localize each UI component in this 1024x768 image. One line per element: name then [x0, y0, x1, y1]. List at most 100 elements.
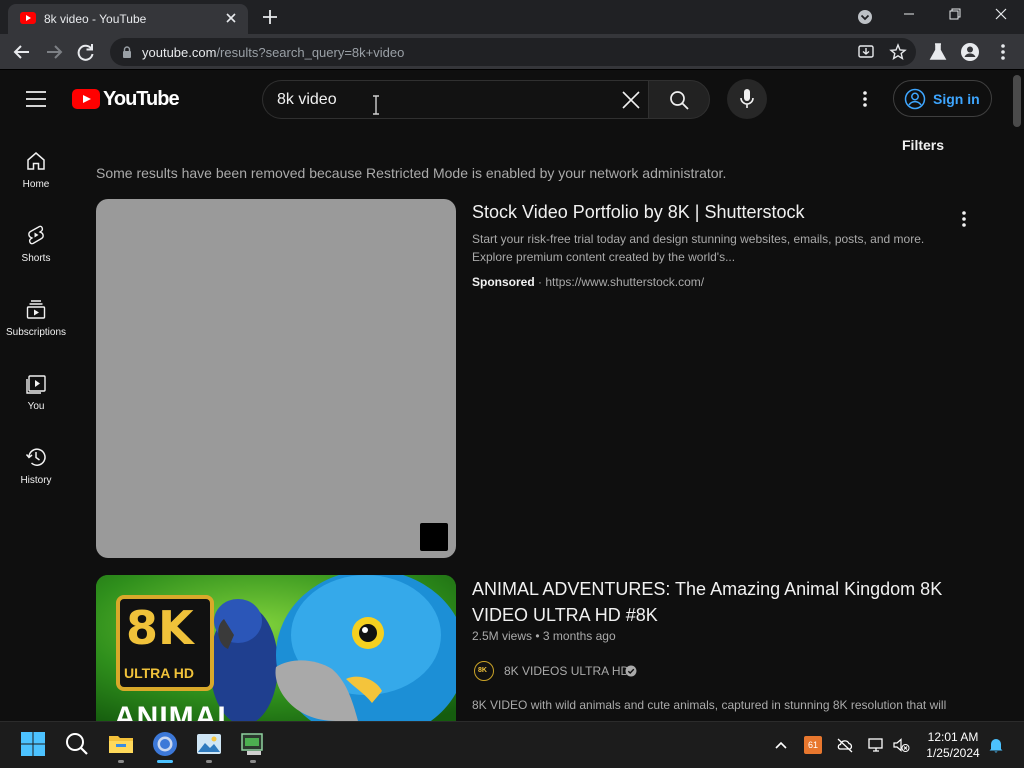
windows-taskbar: 61 12:01 AM 1/25/2024: [0, 721, 1024, 768]
scrollbar-thumb[interactable]: [1013, 75, 1021, 127]
sign-in-label: Sign in: [933, 91, 980, 107]
show-hidden-icons-chevron-icon[interactable]: [772, 736, 790, 754]
thumb-overlay-text: ANIMAL: [114, 701, 237, 721]
sidebar-item-home[interactable]: Home: [0, 142, 72, 204]
restore-window-icon[interactable]: [932, 0, 978, 32]
volume-muted-icon[interactable]: [892, 736, 910, 754]
account-circle-icon: [904, 88, 926, 110]
text-cursor-icon: [373, 95, 379, 115]
new-tab-plus-icon[interactable]: [258, 6, 282, 28]
search-button[interactable]: [648, 80, 710, 119]
tab-search-chevron-icon[interactable]: [854, 7, 876, 27]
clock-date: 1/25/2024: [926, 746, 980, 760]
settings-more-icon[interactable]: [854, 87, 876, 111]
youtube-logo[interactable]: YouTube: [72, 88, 180, 110]
thumb-ultra-hd-text: ULTRA HD: [124, 665, 195, 681]
ad-thumbnail[interactable]: [96, 199, 456, 558]
hamburger-menu-icon[interactable]: [24, 89, 48, 109]
labs-flask-icon[interactable]: [927, 41, 949, 63]
minimize-window-icon[interactable]: [886, 0, 932, 32]
ad-description: Start your risk-free trial today and des…: [472, 232, 925, 264]
close-tab-icon[interactable]: [222, 9, 240, 27]
clear-search-icon[interactable]: [620, 89, 642, 111]
file-explorer-icon[interactable]: [107, 730, 135, 758]
meta-separator: •: [535, 629, 540, 643]
youtube-favicon-icon: [20, 12, 36, 24]
browser-tab-strip: 8k video - YouTube: [0, 0, 1024, 34]
sidebar-item-label: Home: [22, 179, 50, 190]
bookmark-star-icon[interactable]: [889, 43, 907, 61]
sidebar-item-label: Subscriptions: [5, 327, 67, 338]
windows-start-icon[interactable]: [19, 730, 47, 758]
shorts-icon: [28, 225, 44, 245]
home-icon: [27, 152, 45, 170]
photos-app-icon[interactable]: [195, 730, 223, 758]
sidebar-item-shorts[interactable]: Shorts: [0, 216, 72, 278]
video-description: 8K VIDEO with wild animals and cute anim…: [472, 698, 947, 712]
url-text: youtube.com/results?search_query=8k+vide…: [142, 45, 405, 60]
ad-thumbnail-badge: [420, 523, 448, 551]
clock-time: 12:01 AM: [927, 730, 979, 744]
sidebar-item-history[interactable]: History: [0, 438, 72, 500]
video-title[interactable]: ANIMAL ADVENTURES: The Amazing Animal Ki…: [472, 576, 962, 628]
channel-name[interactable]: 8K VIDEOS ULTRA HD: [504, 664, 629, 678]
running-indicator: [118, 760, 124, 763]
running-indicator: [250, 760, 256, 763]
meta-separator: ·: [538, 275, 543, 289]
close-window-icon[interactable]: [978, 0, 1024, 32]
youtube-logo-text: YouTube: [103, 88, 180, 110]
youtube-play-logo-icon: [72, 89, 100, 109]
search-input[interactable]: [277, 89, 607, 111]
microphone-icon: [740, 89, 754, 108]
ad-meta: Sponsored · https://www.shutterstock.com…: [472, 275, 704, 289]
channel-avatar[interactable]: 8K: [474, 661, 494, 681]
forward-arrow-icon[interactable]: [41, 40, 67, 64]
sign-in-button[interactable]: Sign in: [893, 80, 992, 117]
subscriptions-icon: [26, 300, 46, 319]
terminal-app-icon[interactable]: [239, 730, 267, 758]
video-meta: 2.5M views • 3 months ago: [472, 629, 616, 643]
filters-button[interactable]: Filters: [902, 137, 944, 153]
profile-icon[interactable]: [959, 41, 981, 63]
search-box[interactable]: [262, 80, 648, 119]
browser-toolbar: youtube.com/results?search_query=8k+vide…: [0, 34, 1024, 70]
video-thumbnail[interactable]: 8K ULTRA HD ANIMAL: [96, 575, 456, 721]
tab-title: 8k video - YouTube: [44, 12, 147, 26]
screen: 8k video - YouTube youtube.com/results?s…: [0, 0, 1024, 768]
sidebar-item-subscriptions[interactable]: Subscriptions: [0, 290, 72, 352]
back-arrow-icon[interactable]: [9, 40, 35, 64]
lock-icon[interactable]: [120, 45, 134, 59]
install-app-icon[interactable]: [857, 43, 875, 61]
voice-search-button[interactable]: [727, 79, 767, 119]
chrome-browser-icon[interactable]: [151, 730, 179, 758]
tray-app-badge[interactable]: 61: [804, 736, 822, 754]
network-display-icon[interactable]: [867, 736, 885, 754]
notification-bell-icon[interactable]: [987, 736, 1005, 754]
system-clock[interactable]: 12:01 AM 1/25/2024: [918, 729, 988, 761]
verified-check-icon: [625, 665, 637, 677]
reload-icon[interactable]: [73, 40, 99, 64]
sidebar-item-label: Shorts: [21, 253, 51, 264]
address-bar[interactable]: youtube.com/results?search_query=8k+vide…: [110, 38, 916, 66]
active-app-indicator: [157, 760, 173, 763]
sidebar-item-you[interactable]: You: [0, 364, 72, 426]
sponsored-label: Sponsored: [472, 275, 535, 289]
search-icon: [670, 91, 689, 110]
sidebar-item-label: You: [27, 401, 45, 412]
browser-tab[interactable]: 8k video - YouTube: [8, 4, 248, 34]
taskbar-search-icon[interactable]: [63, 730, 91, 758]
cloud-offline-icon[interactable]: [836, 736, 854, 754]
page-scrollbar[interactable]: [1010, 71, 1024, 721]
browser-menu-icon[interactable]: [992, 41, 1014, 63]
ad-title[interactable]: Stock Video Portfolio by 8K | Shuttersto…: [472, 202, 805, 223]
view-count: 2.5M views: [472, 629, 533, 643]
channel-avatar-text: 8K: [478, 667, 487, 674]
restricted-mode-notice: Some results have been removed because R…: [96, 165, 727, 181]
sidebar-item-label: History: [20, 475, 52, 486]
ad-more-actions-icon[interactable]: [954, 208, 974, 230]
ad-link[interactable]: https://www.shutterstock.com/: [545, 275, 704, 289]
running-indicator: [206, 760, 212, 763]
youtube-masthead: YouTube Sign in: [0, 71, 1010, 127]
you-library-icon: [26, 375, 46, 394]
thumb-8k-text: 8K: [126, 601, 194, 655]
